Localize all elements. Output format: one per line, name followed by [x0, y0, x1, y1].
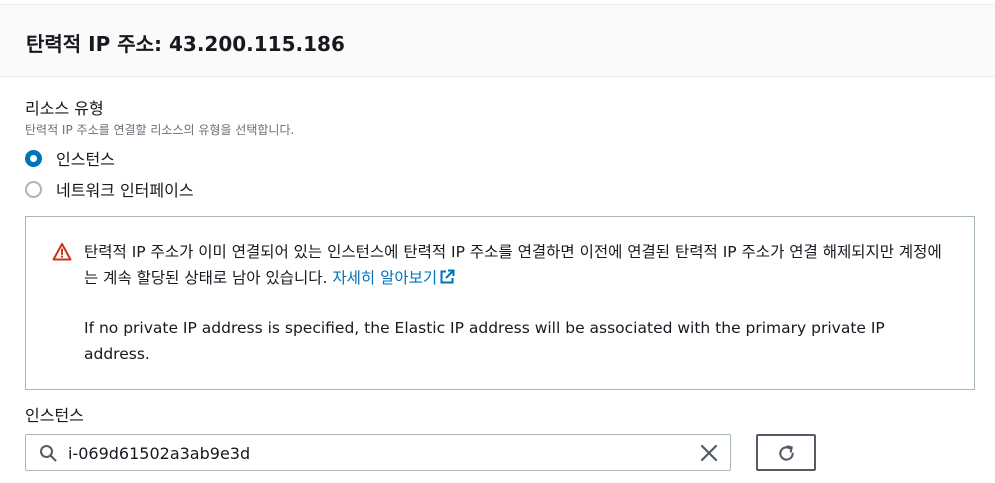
- radio-label-instance: 인스턴스: [56, 150, 115, 169]
- refresh-button[interactable]: [756, 434, 816, 471]
- alert-note: If no private IP address is specified, t…: [84, 319, 885, 363]
- radio-button-unchecked[interactable]: [25, 180, 42, 198]
- instance-label: 인스턴스: [25, 406, 84, 425]
- resource-type-description: 탄력적 IP 주소를 연결할 리소스의 유형을 선택합니다.: [25, 123, 295, 137]
- page-title: 탄력적 IP 주소: 43.200.115.186: [26, 32, 345, 56]
- warning-alert: 탄력적 IP 주소가 이미 연결되어 있는 인스턴스에 탄력적 IP 주소를 연…: [25, 216, 975, 390]
- radio-button-checked[interactable]: [25, 149, 42, 167]
- alert-message: 탄력적 IP 주소가 이미 연결되어 있는 인스턴스에 탄력적 IP 주소를 연…: [84, 243, 942, 287]
- external-link-icon: [440, 269, 455, 284]
- radio-option-instance[interactable]: 인스턴스: [25, 147, 115, 169]
- resource-type-label: 리소스 유형: [25, 99, 104, 118]
- clear-icon[interactable]: [700, 444, 718, 462]
- warning-icon: [52, 243, 72, 261]
- radio-label-network-interface: 네트워크 인터페이스: [56, 181, 194, 200]
- refresh-icon: [779, 445, 794, 461]
- alert-message-block: 탄력적 IP 주소가 이미 연결되어 있는 인스턴스에 탄력적 IP 주소를 연…: [84, 239, 954, 291]
- instance-search-input[interactable]: [68, 440, 668, 466]
- learn-more-link[interactable]: 자세히 알아보기: [332, 269, 455, 287]
- radio-option-network-interface[interactable]: 네트워크 인터페이스: [25, 178, 194, 200]
- instance-search-field[interactable]: [25, 434, 731, 471]
- learn-more-link-label: 자세히 알아보기: [332, 269, 438, 287]
- search-icon: [40, 445, 57, 462]
- page-header: 탄력적 IP 주소: 43.200.115.186: [0, 4, 995, 77]
